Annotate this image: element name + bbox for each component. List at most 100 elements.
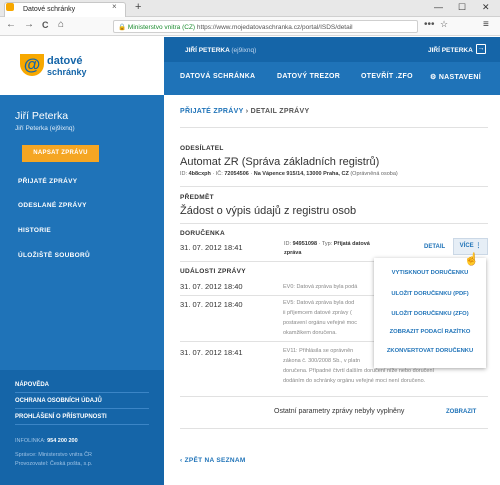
odesilatel-ic-label: · IČ: [212,171,223,177]
event-line: dodáním do schránky orgánu veřejné moci … [283,378,426,384]
menu-convert-receipt[interactable]: ZKONVERTOVAT DORUČENKU [374,348,486,354]
predmet-text: Žádost o výpis údajů z registru osob [180,205,357,217]
header-user-name: JIŘÍ PETERKA [185,47,230,54]
divider [180,186,488,187]
divider [180,396,488,397]
show-params-button[interactable]: ZOBRAZIT [446,409,476,415]
divider [180,428,488,429]
menu-save-pdf[interactable]: ULOŽIT DORUČENKU (PDF) [374,291,486,297]
sidebar-item-prijate[interactable]: PŘIJATÉ ZPRÁVY [18,178,77,185]
nav-datovy-trezor[interactable]: DATOVÝ TREZOR [277,73,340,80]
tab-favicon-icon [6,3,14,11]
logo-text-line2: schránky [47,67,87,77]
url-text: https://www.mojedatovaschranka.cz/portal… [196,24,353,31]
infolinka-number: 954 200 200 [47,438,78,444]
nav-nastaveni[interactable]: ⚙ NASTAVENÍ [430,73,481,81]
odesilatel-name: Automat ZR (Správa základních registrů) [180,156,380,168]
sidebar-item-uloziste[interactable]: ÚLOŽIŠTĚ SOUBORŮ [18,252,90,259]
browser-menu-icon[interactable]: ≡ [483,19,489,30]
gear-icon: ⚙ [430,74,437,81]
odesilatel-address: Na Vápence 915/14, 13000 Praha, CZ [253,171,349,177]
menu-show-stamp[interactable]: ZOBRAZIT PODACÍ RAZÍTKO [374,329,486,335]
header-user-right[interactable]: JIŘÍ PETERKA [428,47,473,54]
logo-icon[interactable]: @ [20,54,44,76]
breadcrumb: PŘIJATÉ ZPRÁVY › DETAIL ZPRÁVY [180,108,309,115]
page-actions-icon[interactable]: ••• [424,19,435,30]
back-to-list-link[interactable]: ‹ ZPĚT NA SEZNAM [180,457,246,464]
odesilatel-label: ODESÍLATEL [180,145,224,152]
divider [15,392,149,393]
new-tab-icon[interactable]: + [135,1,141,13]
tab-title: Datové schránky [23,6,76,13]
spravce: Správce: Ministerstvo vnitra ČR [15,452,93,458]
event-text: EV5: Datová zpráva byla dod ii příjemcem… [283,298,375,338]
odesilatel-details: ID: 4b8cxph · IČ: 72054506 · Na Vápence … [180,171,398,177]
menu-print-receipt[interactable]: VYTISKNOUT DORUČENKU [374,270,486,276]
udalosti-label: UDÁLOSTI ZPRÁVY [180,268,246,275]
event-line: ii příjemcem datové zprávy ( [283,310,352,316]
reload-icon[interactable]: C [42,20,49,30]
detail-button[interactable]: DETAIL [424,244,445,250]
dorucenka-label: DORUČENKA [180,230,225,237]
tab-close-icon[interactable]: × [112,2,117,11]
back-to-list-label: ZPĚT NA SEZNAM [184,457,246,464]
home-icon[interactable]: ⌂ [58,19,64,30]
event-line: EV0: Datová zpráva byla podá [283,284,358,290]
maximize-icon[interactable]: ☐ [458,2,466,13]
nav-datova-schranka[interactable]: DATOVÁ SCHRÁNKA [180,73,255,80]
forward-icon[interactable]: → [24,19,34,30]
divider [180,261,374,262]
event-line: postavení orgánu veřejné moc [283,320,357,326]
dorucenka-typ-label: · Typ: [318,241,333,247]
header-user[interactable]: JIŘÍ PETERKA (ej9ixnq) [185,47,256,54]
infolinka-label: INFOLINKA: [15,438,46,444]
other-params-text: Ostatní parametry zprávy nebyly vyplněny [274,408,405,415]
hand-cursor-icon: ☝ [464,252,479,266]
dorucenka-id: 94951098 [292,241,318,247]
dorucenka-info: ID: 94951098 · Typ: Přijatá datová zpráv… [284,240,374,258]
infolinka: INFOLINKA: 954 200 200 [15,438,78,444]
divider [180,341,374,342]
odesilatel-id: 4b8cxph [188,171,211,177]
provozovatel: Provozovatel: Česká pošta, s.p. [15,461,93,467]
url-bar[interactable]: 🔒 Ministerstvo vnitra (CZ) https://www.m… [113,20,418,33]
minimize-icon[interactable]: — [434,2,443,12]
breadcrumb-separator: › [245,108,249,115]
header-user-id: (ej9ixnq) [231,47,257,54]
event-date: 31. 07. 2012 18:40 [180,282,243,291]
browser-tab[interactable]: Datové schránky [4,2,126,17]
ssl-label: Ministerstvo vnitra (CZ) [127,24,196,31]
odesilatel-note: (Oprávněná osoba) [350,171,398,177]
event-text: EV0: Datová zpráva byla podá [283,282,375,292]
bookmark-star-icon[interactable]: ☆ [440,19,448,30]
dorucenka-date: 31. 07. 2012 18:41 [180,243,243,252]
divider [15,424,149,425]
nav-nastaveni-label: NASTAVENÍ [438,74,481,81]
divider [180,295,374,296]
footer-link-prohlaseni[interactable]: PROHLÁŠENÍ O PŘÍSTUPNOSTI [15,414,107,420]
new-message-button[interactable]: NAPSAT ZPRÁVU [22,145,99,162]
footer-link-ochrana[interactable]: OCHRANA OSOBNÍCH ÚDAJŮ [15,398,102,404]
logout-icon[interactable]: → [476,44,486,54]
predmet-label: PŘEDMĚT [180,194,214,201]
event-date: 31. 07. 2012 18:40 [180,300,243,309]
breadcrumb-link[interactable]: PŘIJATÉ ZPRÁVY [180,108,243,115]
odesilatel-id-label: ID: [180,171,188,177]
sidebar-item-historie[interactable]: HISTORIE [18,227,51,234]
breadcrumb-current: DETAIL ZPRÁVY [250,108,310,115]
logo-text-line1: datové [47,55,83,67]
menu-save-zfo[interactable]: ULOŽIT DORUČENKU (ZFO) [374,311,486,317]
sidebar-item-odeslane[interactable]: ODESLANÉ ZPRÁVY [18,202,87,209]
nav-otevrit-zfo[interactable]: OTEVŘÍT .ZFO [361,73,413,80]
window-close-icon[interactable]: ✕ [482,2,490,13]
divider [180,127,488,128]
footer-link-napoveda[interactable]: NÁPOVĚDA [15,382,49,388]
divider [15,408,149,409]
back-icon[interactable]: ← [6,19,16,30]
dorucenka-id-label: ID: [284,241,292,247]
event-line: okamžikem doručena. [283,330,337,336]
event-date: 31. 07. 2012 18:41 [180,348,243,357]
event-line: EV5: Datová zpráva byla dod [283,300,355,306]
sidebar-user-sub: Jiří Peterka (ej9ixnq) [15,125,75,132]
odesilatel-ic: 72054506 [224,171,249,177]
